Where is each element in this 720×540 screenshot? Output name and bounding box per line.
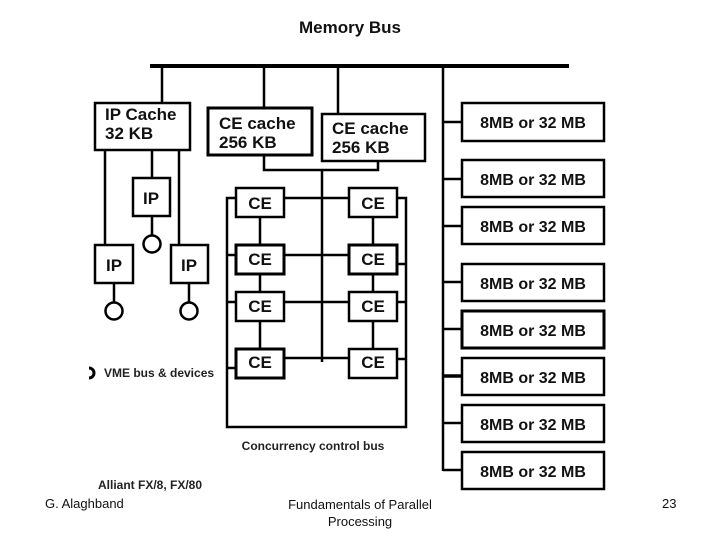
vme-device-icon (179, 301, 199, 321)
memory-module-label: 8MB or 32 MB (480, 323, 586, 340)
memory-module-label: 8MB or 32 MB (480, 417, 586, 434)
memory-module: 8MB or 32 MB (443, 403, 606, 444)
memory-module-label: 8MB or 32 MB (480, 276, 586, 293)
ce-processor: CE (234, 243, 286, 276)
memory-module: 8MB or 32 MB (443, 356, 606, 397)
ip-cache-size: 32 KB (105, 124, 153, 143)
svg-text:CE: CE (361, 353, 385, 372)
svg-text:CE: CE (248, 250, 272, 269)
ip-label: IP (181, 256, 197, 275)
memory-module: 8MB or 32 MB (443, 450, 606, 491)
memory-module-label: 8MB or 32 MB (480, 464, 586, 481)
memory-module-label: 8MB or 32 MB (480, 370, 586, 387)
memory-module: 8MB or 32 MB (443, 262, 606, 303)
ce-cache: CE cache 256 KB (206, 106, 314, 157)
svg-text:CE: CE (361, 297, 385, 316)
memory-bus-title: Memory Bus (299, 18, 401, 37)
memory-module: 8MB or 32 MB (443, 158, 606, 199)
footer-course-line2: Processing (327, 514, 393, 529)
svg-text:CE: CE (361, 194, 385, 213)
ce-processor: CE (347, 290, 399, 323)
ip-cache-label: IP Cache (105, 105, 177, 124)
ce-processor: CE (234, 347, 286, 380)
memory-module: 8MB or 32 MB (443, 101, 606, 143)
ce-cache-size: 256 KB (332, 138, 390, 157)
memory-module-label: 8MB or 32 MB (480, 172, 586, 189)
footer-author: G. Alaghband (45, 496, 124, 511)
footer-page-number: 23 (662, 496, 677, 511)
ip-processor: IP (131, 176, 172, 254)
svg-text:CE: CE (248, 353, 272, 372)
ip-label: IP (106, 256, 122, 275)
memory-module-label: 8MB or 32 MB (480, 115, 586, 132)
ip-processor: IP (169, 243, 210, 321)
svg-text:CE: CE (248, 194, 272, 213)
footer-course-line1: Fundamentals of Parallel (288, 497, 432, 512)
ip-cache: IP Cache 32 KB (93, 101, 192, 152)
ce-cache: CE cache 256 KB (320, 112, 427, 163)
vme-legend-icon (88, 366, 96, 380)
svg-text:CE: CE (361, 250, 385, 269)
ce-processor: CE (234, 186, 286, 219)
memory-modules: 8MB or 32 MB 8MB or 32 MB 8MB or 32 MB 8… (443, 101, 606, 491)
ce-processor: CE (347, 243, 399, 276)
ce-processor: CE (347, 347, 399, 380)
memory-module: 8MB or 32 MB (443, 205, 606, 246)
alliant-architecture-diagram: Memory Bus 8MB or 32 MB 8MB or 32 MB 8MB… (88, 18, 606, 492)
diagram-caption: Alliant FX/8, FX/80 (98, 478, 202, 492)
ip-processor: IP (93, 243, 135, 321)
vme-device-icon (104, 301, 124, 321)
memory-module-label: 8MB or 32 MB (480, 219, 586, 236)
ce-processor: CE (234, 290, 286, 323)
footer-course-title: Fundamentals of Parallel Processing (260, 496, 460, 530)
memory-module: 8MB or 32 MB (443, 309, 606, 350)
ce-cache-size: 256 KB (219, 133, 277, 152)
ce-cache-label: CE cache (219, 114, 296, 133)
vme-legend-label: VME bus & devices (104, 366, 214, 380)
svg-text:CE: CE (248, 297, 272, 316)
concurrency-bus-label: Concurrency control bus (242, 439, 385, 453)
ip-label: IP (143, 189, 159, 208)
ce-cache-label: CE cache (332, 119, 409, 138)
ce-processor: CE (347, 186, 399, 219)
vme-device-icon (142, 234, 162, 254)
